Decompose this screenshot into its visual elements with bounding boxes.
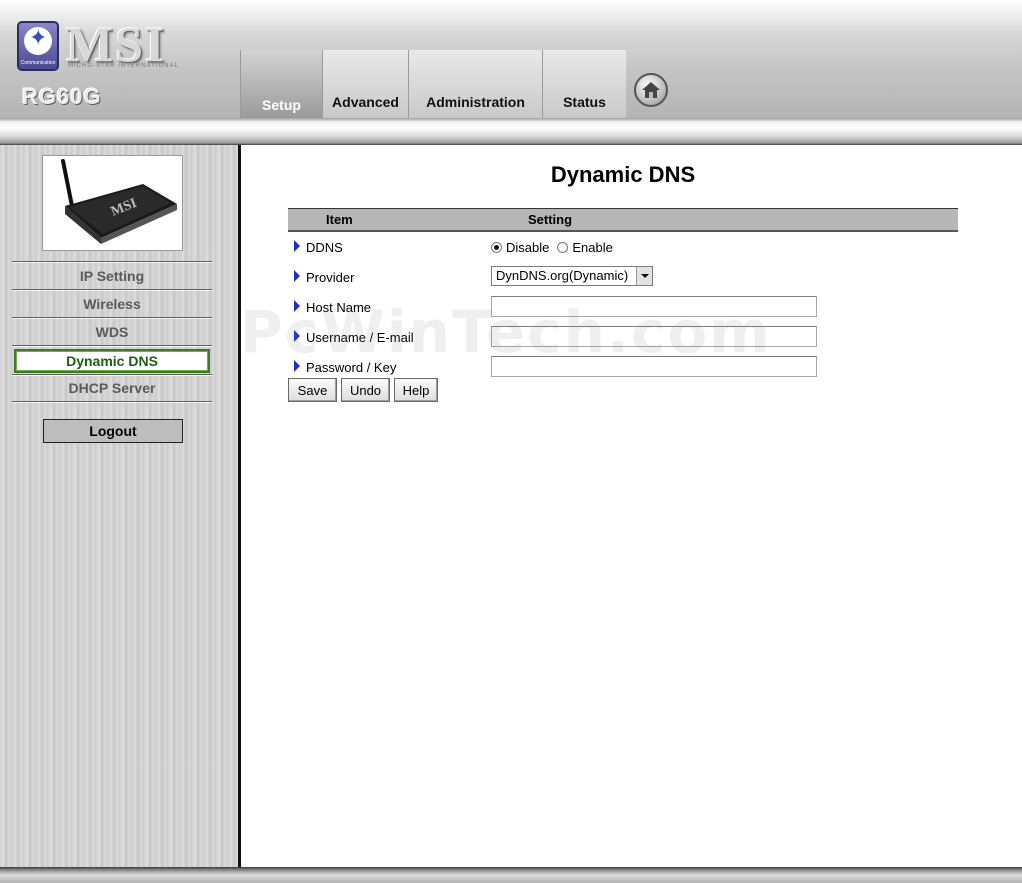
arrow-right-icon — [294, 300, 300, 312]
arrow-right-icon — [294, 270, 300, 282]
logout-button[interactable]: Logout — [43, 419, 183, 443]
ddns-disable-radio[interactable] — [491, 242, 502, 253]
column-header-item: Item — [326, 212, 353, 227]
username-row: Username / E-mail — [288, 322, 958, 352]
tab-advanced[interactable]: Advanced — [322, 50, 408, 118]
chevron-down-icon — [636, 267, 652, 285]
msi-badge-logo: ✦ Communication — [17, 21, 59, 71]
sidebar-item-ip-setting[interactable]: IP Setting — [12, 263, 212, 289]
undo-button[interactable]: Undo — [341, 378, 390, 402]
top-nav: Setup Advanced Administration Status — [240, 50, 626, 118]
sidebar: MSI IP Setting Wireless WDS Dynamic DNS … — [0, 145, 241, 867]
sidebar-item-dhcp-server[interactable]: DHCP Server — [12, 375, 212, 401]
ddns-enable-radio[interactable] — [557, 242, 569, 253]
password-label: Password / Key — [306, 360, 397, 375]
provider-row: Provider DynDNS.org(Dynamic) — [288, 262, 958, 292]
ddns-enable-label: Enable — [572, 240, 613, 255]
sidebar-item-wireless[interactable]: Wireless — [12, 291, 212, 317]
menu-divider — [12, 345, 212, 347]
ddns-row: DDNS Disable Enable — [288, 232, 958, 262]
main-content: Dynamic DNS Item Setting DDNS Disable Ena… — [244, 145, 1022, 867]
menu-divider — [12, 401, 212, 403]
page-title: Dynamic DNS — [550, 162, 696, 187]
help-button[interactable]: Help — [394, 378, 438, 402]
ddns-disable-label: Disable — [506, 240, 550, 255]
sidebar-item-wds[interactable]: WDS — [12, 319, 212, 345]
badge-text: Communication — [20, 60, 56, 66]
username-label: Username / E-mail — [306, 330, 414, 345]
provider-selected-value: DynDNS.org(Dynamic) — [496, 268, 629, 283]
table-header: Item Setting — [288, 208, 958, 232]
username-input[interactable] — [491, 326, 817, 347]
tab-administration[interactable]: Administration — [408, 50, 542, 118]
msi-router-image: MSI — [42, 155, 183, 251]
arrow-right-icon — [294, 240, 300, 252]
form-buttons: Save Undo Help — [288, 378, 438, 402]
settings-table: Item Setting DDNS Disable Enable Provider… — [288, 208, 958, 402]
provider-label: Provider — [306, 270, 355, 285]
save-button[interactable]: Save — [288, 378, 337, 402]
provider-select[interactable]: DynDNS.org(Dynamic) — [491, 266, 653, 286]
arrow-right-icon — [294, 360, 300, 372]
host-name-label: Host Name — [306, 300, 372, 315]
password-input[interactable] — [491, 356, 817, 377]
tab-setup[interactable]: Setup — [240, 50, 322, 118]
logo-area: ✦ Communication MSI MICRO-STAR INTERNATI… — [0, 0, 240, 118]
host-name-input[interactable] — [491, 296, 817, 317]
footer-bar — [0, 867, 1022, 883]
home-icon[interactable] — [634, 73, 668, 107]
host-name-row: Host Name — [288, 292, 958, 322]
header-separator — [0, 118, 1022, 145]
arrow-right-icon — [294, 330, 300, 342]
header-bar: ✦ Communication MSI MICRO-STAR INTERNATI… — [0, 0, 1022, 118]
sidebar-item-dynamic-dns[interactable]: Dynamic DNS — [14, 349, 210, 373]
ddns-label: DDNS — [306, 240, 343, 255]
model-name: RG60G — [22, 84, 102, 109]
column-header-setting: Setting — [528, 212, 573, 227]
brand-tagline: MICRO-STAR INTERNATIONAL — [68, 63, 179, 69]
tab-status[interactable]: Status — [542, 50, 626, 118]
ddns-radio-group: Disable Enable — [491, 236, 621, 255]
